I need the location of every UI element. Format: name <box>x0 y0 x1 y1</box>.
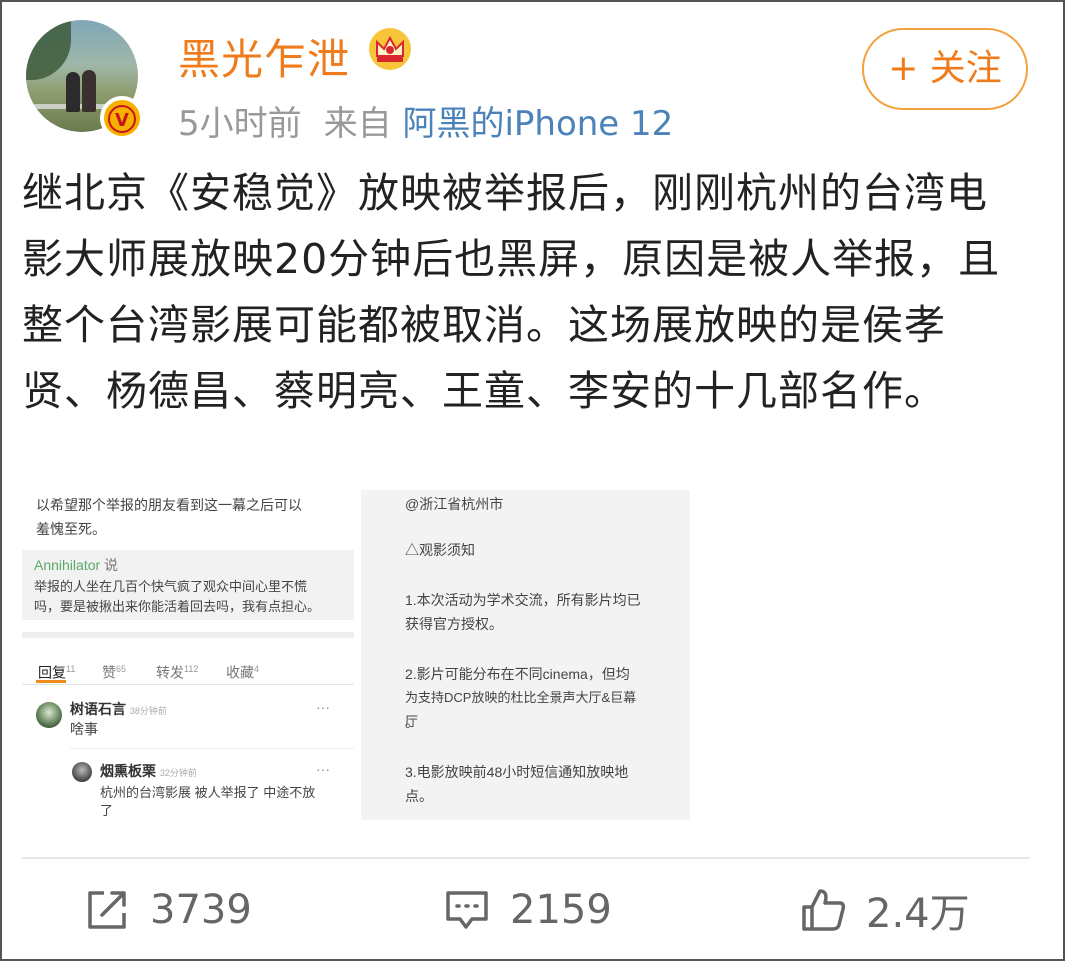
image1-text: 羞愧至死。 <box>36 521 106 537</box>
image2-text: 点。 <box>405 788 433 804</box>
username[interactable]: 黑光乍泄 <box>178 26 350 87</box>
from-label: 来自 <box>323 104 392 144</box>
post-content: 继北京《安稳觉》放映被举报后，刚刚杭州的台湾电影大师展放映20分钟后也黑屏，原因… <box>22 169 1001 415</box>
source-link[interactable]: 阿黑的iPhone 12 <box>402 104 673 144</box>
image2-text: 3.电影放映前48小时短信通知放映地 <box>405 764 629 780</box>
follow-button[interactable]: + 关注 <box>862 28 1028 110</box>
quote-says: 说 <box>104 557 119 573</box>
comment-button[interactable]: 2159 <box>444 880 612 940</box>
comment-more-icon: ··· <box>316 699 330 715</box>
image1-text: 以希望那个举报的朋友看到这一幕之后可以 <box>36 497 302 513</box>
post-time: 5小时前 <box>178 104 302 144</box>
commenter-avatar <box>36 702 62 728</box>
verified-v-icon: V <box>100 96 144 140</box>
tab-like: 赞 <box>102 664 116 681</box>
post-meta: 5小时前 来自 阿黑的iPhone 12 <box>178 96 673 145</box>
commenter-avatar <box>72 762 92 782</box>
comment-time: 32分钟前 <box>159 768 197 778</box>
tab-reply: 回复 <box>38 664 66 681</box>
quote-line: 吗，要是被揪出来你能活着回去吗，我有点担心。 <box>34 599 321 614</box>
commenter-name: 烟熏板栗 <box>100 763 156 779</box>
post-image-2[interactable]: @浙江省杭州市 △观影须知 1.本次活动为学术交流，所有影片均已 获得官方授权。… <box>361 490 690 820</box>
comment-time: 38分钟前 <box>129 706 167 716</box>
quote-line: 举报的人坐在几百个快气疯了观众中间心里不慌 <box>34 579 308 594</box>
post-image-1[interactable]: 以希望那个举报的朋友看到这一幕之后可以 羞愧至死。 Annihilator 说 … <box>22 490 354 820</box>
comment-text: 了 <box>100 803 114 818</box>
image2-heading: △观影须知 <box>405 542 475 558</box>
image2-text: 1.本次活动为学术交流，所有影片均已 <box>405 592 641 608</box>
tab-repost: 转发 <box>156 664 184 681</box>
comment-more-icon: ··· <box>316 761 330 777</box>
repost-icon <box>88 891 126 929</box>
comment-text: 杭州的台湾影展 被人举报了 中途不放 <box>100 785 316 800</box>
tab-favorite: 收藏 <box>226 664 254 681</box>
commenter-name: 树语石言 <box>70 701 126 717</box>
repost-button[interactable]: 3739 <box>84 880 252 940</box>
quote-author: Annihilator <box>34 557 101 573</box>
crown-vip-icon <box>369 28 411 70</box>
image2-text: 。 <box>405 714 419 730</box>
comment-text: 啥事 <box>70 721 98 737</box>
like-count: 2.4万 <box>866 891 970 937</box>
repost-count: 3739 <box>150 887 252 933</box>
action-divider <box>22 857 1030 859</box>
image2-text: 2.影片可能分布在不同cinema，但均 <box>405 666 630 682</box>
comment-count: 2159 <box>510 887 612 933</box>
image2-text: 获得官方授权。 <box>405 616 503 632</box>
like-button[interactable]: 2.4万 <box>800 880 970 940</box>
comment-icon <box>446 891 488 929</box>
image2-location: @浙江省杭州市 <box>405 496 504 512</box>
thumbs-up-icon <box>802 889 846 931</box>
